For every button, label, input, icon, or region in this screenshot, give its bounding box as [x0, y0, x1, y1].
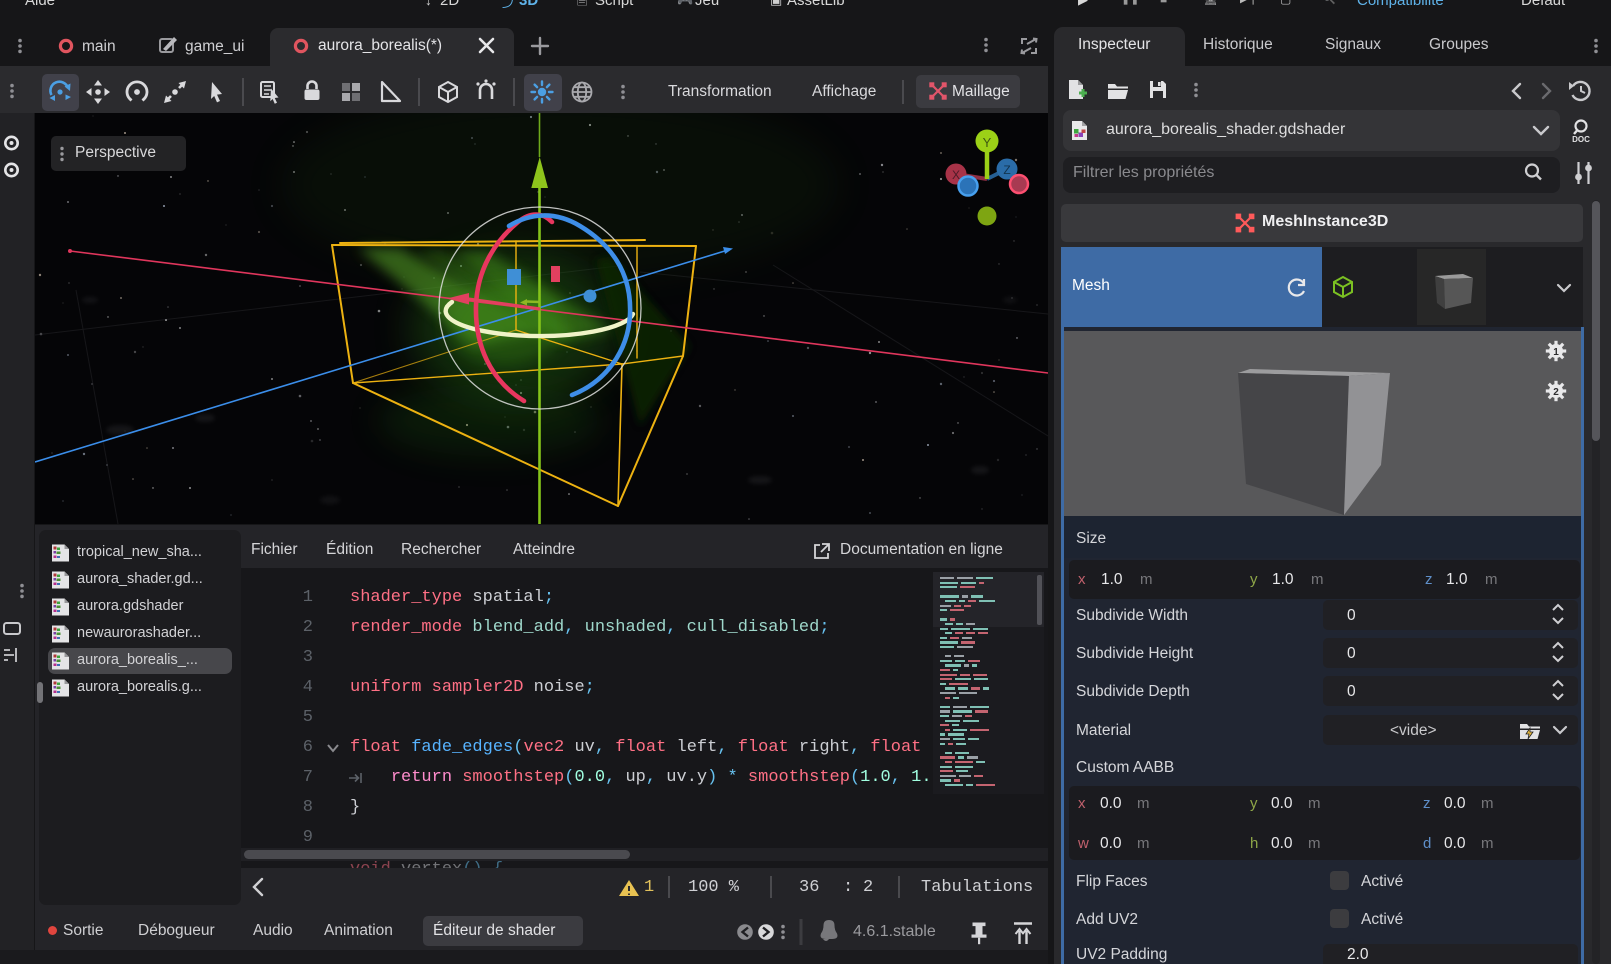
- svg-text:X: X: [952, 168, 960, 182]
- svg-text:Y: Y: [983, 135, 992, 150]
- svg-text:Z: Z: [1003, 163, 1010, 177]
